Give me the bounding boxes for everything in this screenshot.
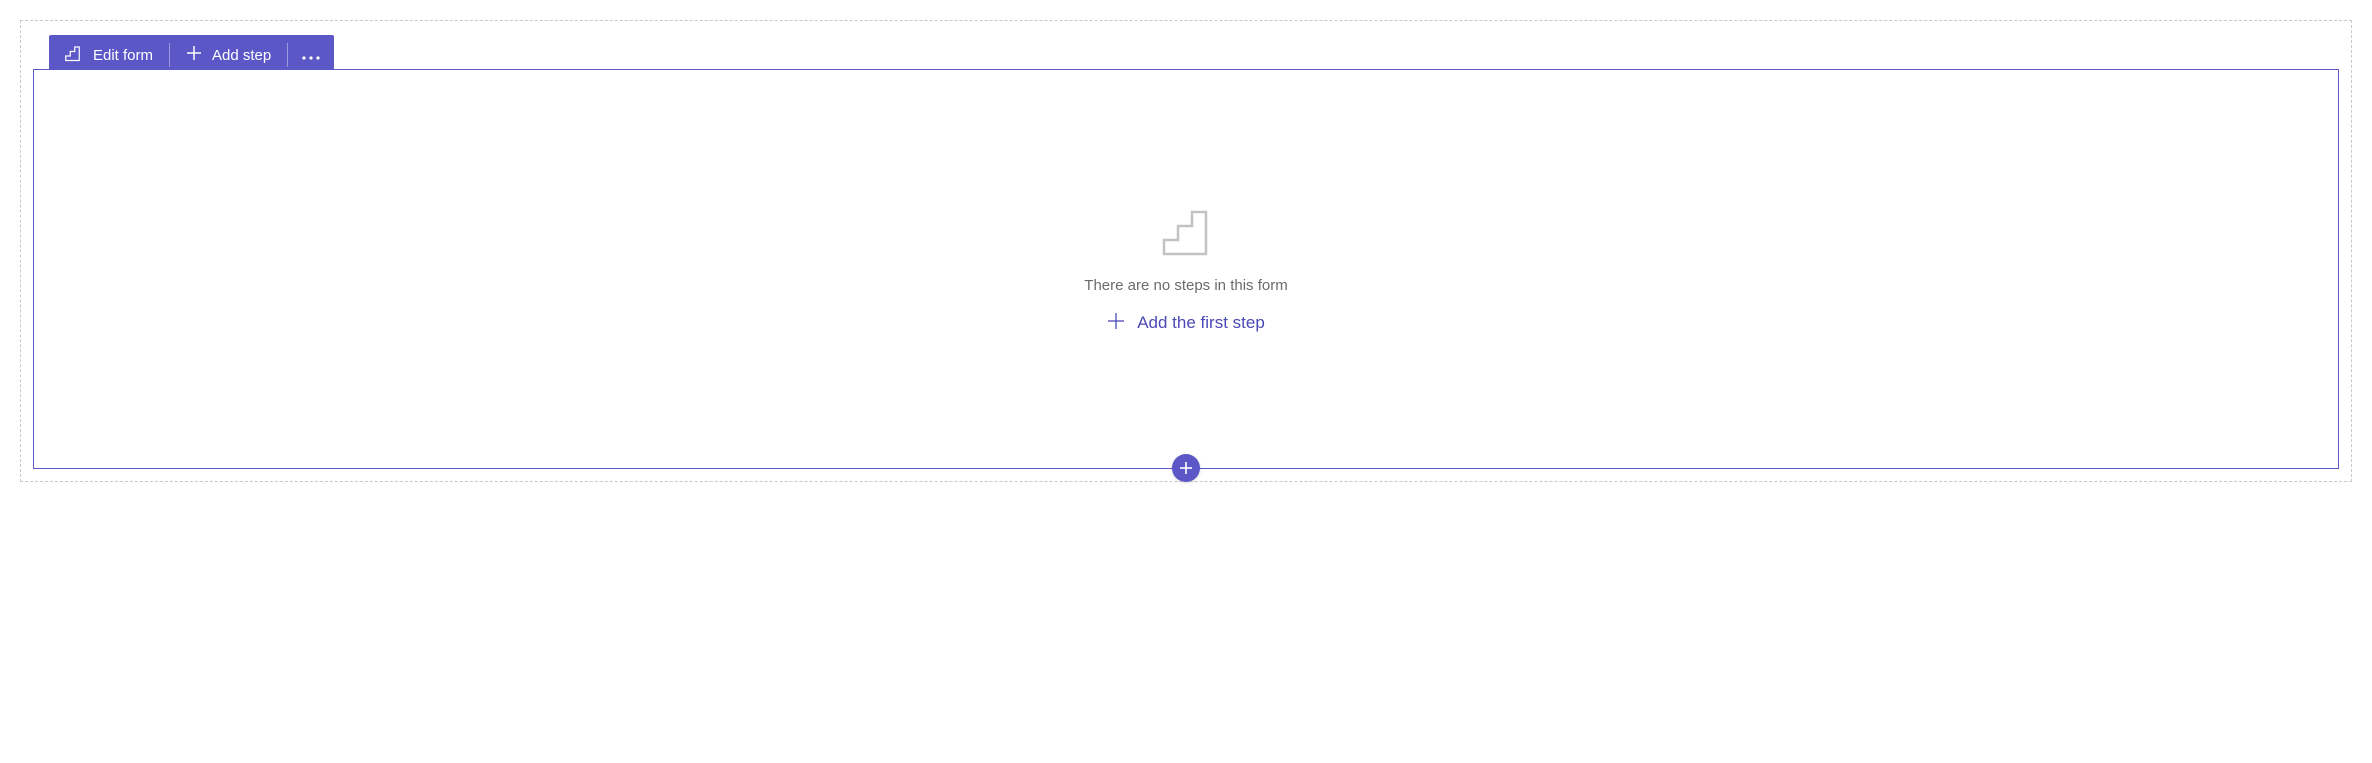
empty-state-message: There are no steps in this form [1084,277,1287,294]
plus-icon [1179,461,1193,475]
form-icon [65,44,83,66]
plus-icon [186,45,202,65]
add-first-step-label: Add the first step [1137,313,1265,333]
empty-state: There are no steps in this form Add the … [1084,204,1287,335]
steps-empty-icon [1158,204,1214,265]
add-section-fab[interactable] [1172,454,1200,482]
edit-form-label: Edit form [93,47,153,64]
plus-icon [1107,312,1125,335]
add-step-label: Add step [212,47,271,64]
form-canvas-outer: Edit form Add step [20,20,2352,482]
add-first-step-button[interactable]: Add the first step [1107,312,1265,335]
form-steps-panel: There are no steps in this form Add the … [33,69,2339,469]
ellipsis-icon [302,47,320,64]
